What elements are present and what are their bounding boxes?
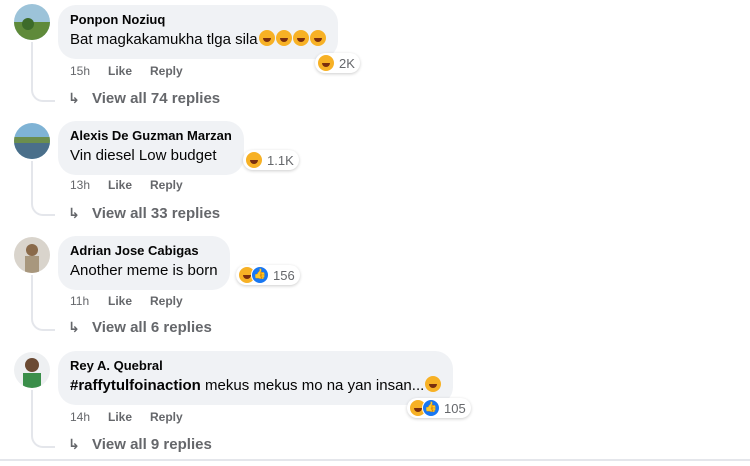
reaction-count: 156: [273, 267, 295, 283]
comment-bubble: Adrian Jose Cabigas Another meme is born: [58, 236, 230, 290]
reaction-summary[interactable]: 👍 156: [236, 265, 300, 285]
reaction-count: 1.1K: [267, 152, 294, 168]
comment-actions: 13h Like Reply: [70, 178, 201, 192]
comment-text: Vin diesel Low budget: [70, 147, 217, 164]
comment-author[interactable]: Alexis De Guzman Marzan: [70, 128, 232, 144]
reaction-summary[interactable]: 1.1K: [243, 150, 299, 170]
like-button[interactable]: Like: [108, 178, 132, 192]
avatar[interactable]: [14, 237, 50, 273]
comment-time[interactable]: 15h: [70, 64, 108, 78]
reply-arrow-icon: ↳: [68, 319, 80, 335]
comment-time[interactable]: 11h: [70, 294, 108, 308]
reaction-summary[interactable]: 2K: [315, 53, 360, 73]
comment-actions: 11h Like Reply: [70, 294, 201, 308]
reply-button[interactable]: Reply: [150, 178, 183, 192]
reply-button[interactable]: Reply: [150, 64, 183, 78]
view-replies-link[interactable]: ↳ View all 33 replies: [68, 205, 220, 222]
haha-reaction-icon: [317, 54, 335, 72]
comment-bubble: Rey A. Quebral #raffytulfoinaction mekus…: [58, 351, 454, 405]
comment-actions: 14h Like Reply: [70, 410, 201, 424]
reaction-count: 105: [444, 400, 466, 416]
comment-bubble: Ponpon Noziuq Bat magkakamukha tlga sila: [58, 5, 338, 59]
comment-author[interactable]: Ponpon Noziuq: [70, 12, 326, 28]
hashtag-link[interactable]: #raffytulfoinaction: [70, 377, 201, 394]
avatar[interactable]: [14, 352, 50, 388]
comment-bubble: Alexis De Guzman Marzan Vin diesel Low b…: [58, 121, 244, 175]
like-reaction-icon: 👍: [422, 399, 440, 417]
reply-arrow-icon: ↳: [68, 90, 80, 106]
like-button[interactable]: Like: [108, 410, 132, 424]
avatar[interactable]: [14, 4, 50, 40]
avatar[interactable]: [14, 123, 50, 159]
thread-line: [31, 275, 55, 331]
comment-text: #raffytulfoinaction mekus mekus mo na ya…: [70, 376, 442, 396]
like-button[interactable]: Like: [108, 64, 132, 78]
emoji-icon: [309, 30, 326, 46]
view-replies-label: View all 9 replies: [92, 436, 212, 453]
comment-actions: 15h Like Reply: [70, 64, 201, 78]
like-button[interactable]: Like: [108, 294, 132, 308]
emoji-icon: [275, 30, 292, 46]
comment-text-body: Bat magkakamukha tlga sila: [70, 31, 258, 48]
view-replies-link[interactable]: ↳ View all 74 replies: [68, 90, 220, 107]
reply-arrow-icon: ↳: [68, 436, 80, 452]
emoji-icon: [425, 376, 442, 392]
reply-button[interactable]: Reply: [150, 410, 183, 424]
emoji-icon: [258, 30, 275, 46]
comment-author[interactable]: Adrian Jose Cabigas: [70, 243, 218, 259]
like-reaction-icon: 👍: [251, 266, 269, 284]
view-replies-label: View all 33 replies: [92, 205, 221, 222]
view-replies-label: View all 74 replies: [92, 90, 221, 107]
thread-line: [31, 161, 55, 216]
comment-text: Another meme is born: [70, 262, 218, 279]
comment-text: Bat magkakamukha tlga sila: [70, 30, 326, 50]
emoji-icon: [292, 30, 309, 46]
view-replies-link[interactable]: ↳ View all 9 replies: [68, 436, 212, 453]
comment-time[interactable]: 14h: [70, 410, 108, 424]
divider: [0, 459, 750, 461]
comment-time[interactable]: 13h: [70, 178, 108, 192]
thread-line: [31, 42, 55, 102]
view-replies-link[interactable]: ↳ View all 6 replies: [68, 319, 212, 336]
reply-arrow-icon: ↳: [68, 205, 80, 221]
thread-line: [31, 390, 55, 448]
haha-reaction-icon: [245, 151, 263, 169]
reply-button[interactable]: Reply: [150, 294, 183, 308]
comment-text-body: mekus mekus mo na yan insan...: [200, 377, 425, 394]
reaction-summary[interactable]: 👍 105: [407, 398, 471, 418]
reaction-count: 2K: [339, 55, 355, 71]
comment-author[interactable]: Rey A. Quebral: [70, 358, 441, 374]
view-replies-label: View all 6 replies: [92, 319, 212, 336]
